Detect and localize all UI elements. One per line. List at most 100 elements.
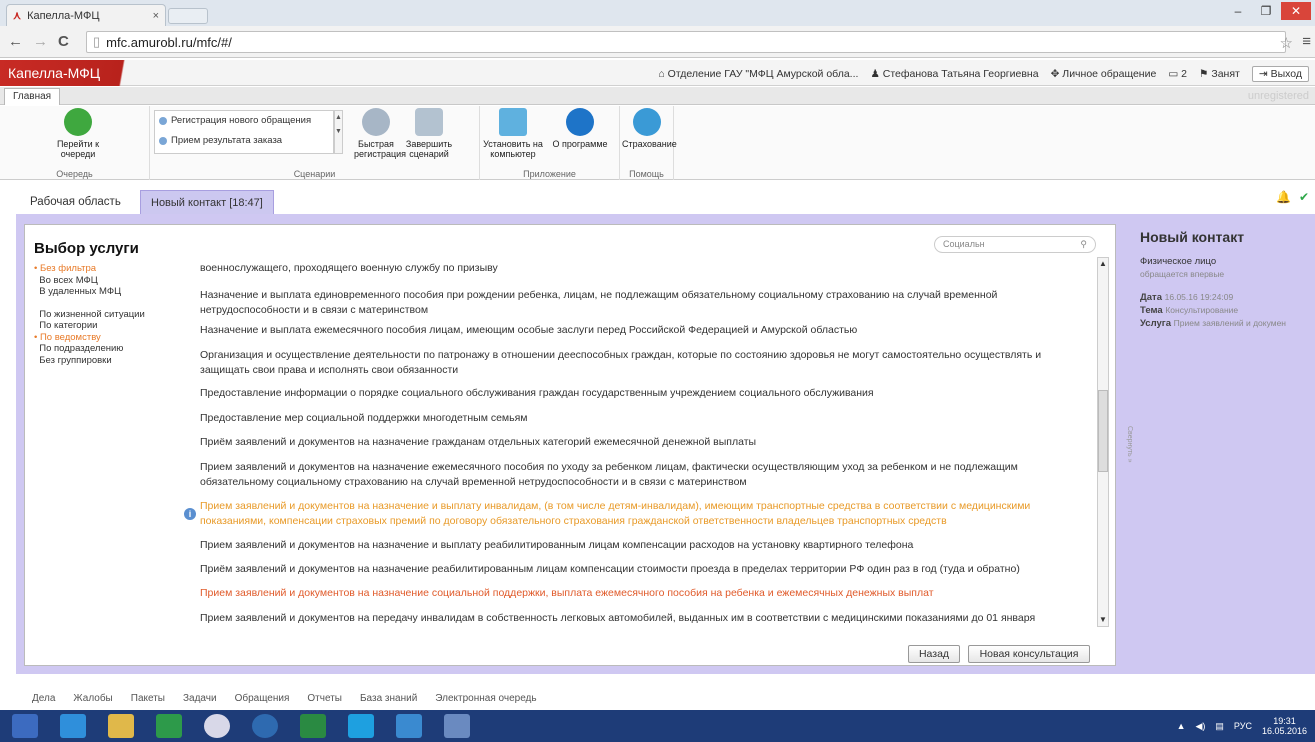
- user-link[interactable]: ♟ Стефанова Татьяна Георгиевна: [870, 68, 1038, 80]
- screen: ⋏ Капелла-МФЦ × – ❐ ✕ ← → C ▯ mfc.amurob…: [0, 0, 1315, 742]
- new-tab-button[interactable]: [168, 8, 208, 24]
- scroll-down-icon[interactable]: ▼: [1099, 615, 1107, 624]
- forward-arrow-icon[interactable]: →: [33, 33, 48, 50]
- favicon-icon: ⋏: [13, 10, 22, 22]
- list-item[interactable]: Приём заявлений и документов на назначен…: [200, 562, 1090, 577]
- back-arrow-icon[interactable]: ←: [8, 33, 23, 50]
- collapse-handle[interactable]: Свернуть »: [1126, 426, 1133, 463]
- status-link[interactable]: ⚑ Занят: [1199, 68, 1240, 80]
- contact-first-time: обращается впервые: [1140, 269, 1225, 279]
- nav-requests[interactable]: Обращения: [235, 693, 290, 704]
- window-number[interactable]: ▭ 2: [1168, 68, 1187, 80]
- close-window-icon[interactable]: ✕: [1281, 2, 1311, 20]
- windows-start-icon[interactable]: [12, 714, 38, 738]
- app-icon[interactable]: [396, 714, 422, 738]
- bookmark-star-icon[interactable]: ☆: [1280, 34, 1293, 52]
- volume-icon[interactable]: ◀): [1195, 721, 1205, 732]
- scenario-scrollbar[interactable]: ▲ ▼: [334, 110, 343, 154]
- info-icon[interactable]: i: [184, 508, 196, 520]
- quick-registration-button[interactable]: Быстрая регистрация: [354, 108, 406, 159]
- filter-by-subdivision[interactable]: По подразделению: [34, 343, 174, 355]
- page-icon: ▯: [93, 34, 101, 49]
- list-item[interactable]: Назначение и выплата единовременного пос…: [200, 288, 1090, 318]
- ribbon-group-help: Страхование Помощь: [620, 106, 677, 180]
- minimize-icon[interactable]: –: [1225, 2, 1251, 20]
- flag-icon: ⚑: [1199, 68, 1209, 80]
- browser-tab[interactable]: ⋏ Капелла-МФЦ ×: [6, 4, 166, 26]
- new-consultation-button[interactable]: Новая консультация: [968, 645, 1090, 663]
- mode-icon: ✥: [1050, 68, 1060, 80]
- clock[interactable]: 19:31 16.05.2016: [1262, 716, 1307, 736]
- goto-queue-button[interactable]: Перейти к очереди: [50, 108, 106, 159]
- search-input[interactable]: Социальн ⚲: [934, 236, 1096, 253]
- finish-scenario-button[interactable]: Завершить сценарий: [404, 108, 454, 159]
- filter-by-department[interactable]: • По ведомству: [34, 332, 174, 344]
- list-item[interactable]: Прием заявлений и документов на назначен…: [200, 460, 1090, 490]
- scrollbar-thumb[interactable]: [1098, 390, 1108, 472]
- paint-icon[interactable]: [444, 714, 470, 738]
- filter-no-grouping[interactable]: Без группировки: [34, 355, 174, 367]
- check-shield-icon[interactable]: ✔: [1299, 190, 1309, 204]
- scenario-item[interactable]: Регистрация нового обращения: [155, 111, 333, 131]
- list-item[interactable]: Организация и осуществление деятельности…: [200, 348, 1090, 378]
- nav-reports[interactable]: Отчеты: [307, 693, 342, 704]
- logout-button[interactable]: ⇥ Выход: [1251, 66, 1309, 82]
- filter-no-filter[interactable]: • Без фильтра: [34, 263, 174, 275]
- scenario-item[interactable]: Прием результата заказа: [155, 131, 333, 151]
- tab-new-contact[interactable]: Новый контакт [18:47]: [140, 190, 274, 214]
- list-item[interactable]: Прием заявлений и документов на передачу…: [200, 611, 1090, 626]
- office-link[interactable]: ⌂ Отделение ГАУ "МФЦ Амурской обла...: [658, 68, 858, 80]
- mode-link[interactable]: ✥ Личное обращение: [1051, 68, 1157, 80]
- maximize-icon[interactable]: ❐: [1253, 2, 1279, 20]
- filter-life-situation[interactable]: По жизненной ситуации: [34, 309, 174, 321]
- tray-arrow-icon[interactable]: ▲: [1177, 721, 1186, 731]
- window-controls: – ❐ ✕: [1225, 2, 1311, 20]
- install-button[interactable]: Установить на компьютер: [482, 108, 544, 159]
- bell-icon[interactable]: 🔔: [1276, 190, 1291, 204]
- list-item[interactable]: Прием заявлений и документов на назначен…: [200, 538, 1090, 553]
- list-item[interactable]: Назначение и выплата ежемесячного пособи…: [200, 323, 1090, 338]
- system-tray: ▲ ◀) ▤ РУС 19:31 16.05.2016: [1177, 716, 1307, 736]
- nav-tasks[interactable]: Задачи: [183, 693, 217, 704]
- nav-electronic-queue[interactable]: Электронная очередь: [435, 693, 536, 704]
- opera-icon[interactable]: [252, 714, 278, 738]
- computer-icon: [499, 108, 527, 136]
- keyboard-lang[interactable]: РУС: [1234, 721, 1252, 731]
- list-item[interactable]: Предоставление мер социальной поддержки …: [200, 411, 1090, 426]
- folder-icon[interactable]: [108, 714, 134, 738]
- bottom-nav: Дела Жалобы Пакеты Задачи Обращения Отче…: [0, 688, 1315, 708]
- list-item-highlighted[interactable]: Прием заявлений и документов на назначен…: [200, 499, 1090, 529]
- header-info: ⌂ Отделение ГАУ "МФЦ Амурской обла... ♟ …: [658, 66, 1309, 82]
- filter-remote-mfc[interactable]: В удаленных МФЦ: [34, 286, 174, 298]
- filter-all-mfc[interactable]: Во всех МФЦ: [34, 275, 174, 287]
- ribbon-tabbar: [0, 87, 1315, 105]
- ie-icon[interactable]: [60, 714, 86, 738]
- scroll-up-icon[interactable]: ▲: [1099, 259, 1107, 268]
- user-icon: ♟: [870, 68, 880, 80]
- excel-icon[interactable]: [300, 714, 326, 738]
- back-button[interactable]: Назад: [908, 645, 960, 663]
- list-item[interactable]: Предоставление информации о порядке соци…: [200, 386, 1090, 401]
- ribbon-tab-main[interactable]: Главная: [4, 88, 61, 105]
- store-icon[interactable]: [156, 714, 182, 738]
- insurance-button[interactable]: Страхование: [622, 108, 677, 149]
- network-icon[interactable]: ▤: [1215, 721, 1224, 732]
- nav-cases[interactable]: Дела: [32, 693, 55, 704]
- url-field[interactable]: ▯ mfc.amurobl.ru/mfc/#/: [86, 31, 1286, 53]
- gear-icon: [362, 108, 390, 136]
- about-button[interactable]: О программе: [546, 108, 614, 149]
- nav-knowledge-base[interactable]: База знаний: [360, 693, 417, 704]
- reload-icon[interactable]: C: [58, 33, 69, 50]
- browser-menu-icon[interactable]: ≡: [1302, 33, 1311, 50]
- list-item-highlighted[interactable]: Прием заявлений и документов на назначен…: [200, 586, 1090, 601]
- logout-icon: ⇥: [1258, 68, 1268, 80]
- list-item[interactable]: военнослужащего, проходящего военную слу…: [200, 261, 1090, 276]
- list-item[interactable]: Приём заявлений и документов на назначен…: [200, 435, 1090, 450]
- nav-complaints[interactable]: Жалобы: [73, 693, 112, 704]
- nav-packages[interactable]: Пакеты: [131, 693, 165, 704]
- chrome-icon[interactable]: [204, 714, 230, 738]
- close-tab-icon[interactable]: ×: [153, 10, 159, 22]
- skype-icon[interactable]: [348, 714, 374, 738]
- tab-workspace[interactable]: Рабочая область: [30, 196, 121, 208]
- filter-category[interactable]: По категории: [34, 320, 174, 332]
